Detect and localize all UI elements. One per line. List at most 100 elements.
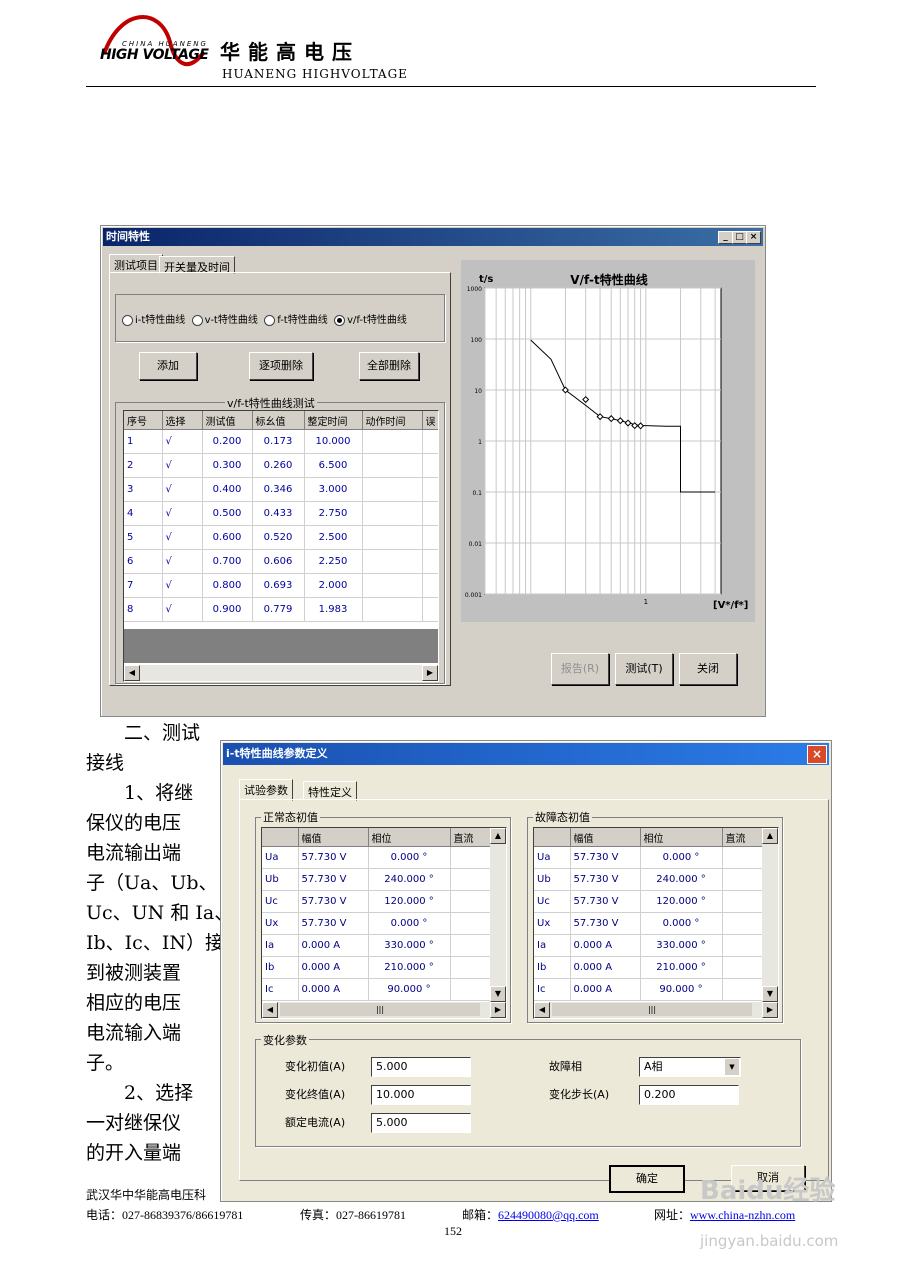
column-header[interactable]: 相位	[640, 828, 723, 847]
fault-hscroll[interactable]: ◀ ||| ▶	[534, 1002, 778, 1018]
column-header[interactable]: 序号	[124, 411, 163, 430]
fault-scroll-down[interactable]: ▼	[762, 986, 778, 1002]
delete-all-button[interactable]: 全部删除	[359, 352, 419, 380]
column-header[interactable]: 直流	[450, 828, 491, 847]
normal-row[interactable]: Uc 57.730 V 120.000 °	[262, 890, 491, 913]
normal-row[interactable]: Ua 57.730 V 0.000 °	[262, 846, 491, 869]
table-cell: 6	[124, 549, 163, 574]
column-header[interactable]: 相位	[368, 828, 451, 847]
fault-scroll-up[interactable]: ▲	[762, 828, 778, 844]
radio-vft[interactable]: v/f-t特性曲线	[334, 314, 407, 326]
table-row[interactable]: 4 √ 0.500 0.433 2.750	[124, 501, 438, 526]
minimize-button[interactable]: _	[718, 231, 733, 244]
fault-header-row: 幅值 相位 直流	[534, 828, 763, 847]
normal-scroll-thumb[interactable]: |||	[280, 1003, 480, 1016]
fault-row[interactable]: Ua 57.730 V 0.000 °	[534, 846, 763, 869]
email-link[interactable]: 624490080@qq.com	[498, 1208, 599, 1222]
normal-vscroll[interactable]: ▲ ▼	[490, 828, 506, 1002]
dialog-close-button[interactable]: ×	[807, 745, 827, 764]
close-button[interactable]: ×	[746, 231, 761, 244]
radio-it[interactable]: i-t特性曲线	[122, 314, 185, 326]
radio-ft[interactable]: f-t特性曲线	[264, 314, 328, 326]
column-header[interactable]: 幅值	[570, 828, 641, 847]
y-tick-label: 1000	[467, 286, 482, 293]
table-cell: 0.693	[252, 573, 305, 598]
column-header[interactable]: 选择	[162, 411, 203, 430]
column-header[interactable]	[262, 828, 299, 847]
scroll-left-button[interactable]: ◀	[124, 665, 140, 681]
fault-row[interactable]: Ux 57.730 V 0.000 °	[534, 912, 763, 935]
fault-scroll-right[interactable]: ▶	[762, 1002, 778, 1018]
tab-test-items[interactable]: 测试项目	[109, 254, 163, 274]
normal-scroll-down[interactable]: ▼	[490, 986, 506, 1002]
radio-it-indicator[interactable]	[122, 314, 133, 326]
tab-test-params[interactable]: 试验参数	[239, 779, 293, 801]
fault-phase-select[interactable]: A相 ▼	[639, 1057, 741, 1077]
delete-item-button[interactable]: 逐项删除	[249, 352, 313, 380]
table-cell: √	[162, 477, 203, 502]
column-header[interactable]: 测试值	[202, 411, 253, 430]
column-header[interactable]: 标幺值	[252, 411, 305, 430]
fault-row[interactable]: Ib 0.000 A 210.000 °	[534, 956, 763, 979]
column-header[interactable]: 动作时间	[362, 411, 423, 430]
table-cell: 0.346	[252, 477, 305, 502]
column-header[interactable]: 整定时间	[304, 411, 363, 430]
table-row[interactable]: 8 √ 0.900 0.779 1.983	[124, 597, 438, 622]
chevron-down-icon[interactable]: ▼	[725, 1059, 739, 1075]
radio-vft-indicator[interactable]	[334, 314, 346, 326]
fault-row[interactable]: Ia 0.000 A 330.000 °	[534, 934, 763, 957]
end-value-input[interactable]: 10.000	[371, 1085, 471, 1105]
table-cell: 210.000 °	[368, 956, 451, 979]
footer-email: 邮箱：624490080@qq.com	[462, 1206, 599, 1223]
normal-row[interactable]: Ux 57.730 V 0.000 °	[262, 912, 491, 935]
normal-row[interactable]: Ia 0.000 A 330.000 °	[262, 934, 491, 957]
table-cell	[450, 868, 491, 891]
radio-vt-indicator[interactable]	[191, 314, 203, 326]
fault-row[interactable]: Uc 57.730 V 120.000 °	[534, 890, 763, 913]
normal-hscroll[interactable]: ◀ ||| ▶	[262, 1002, 506, 1018]
test-data-grid[interactable]: 序号 选择 测试值 标幺值 整定时间 动作时间误 1 √ 0.200 0.173 10.000 2 √…	[123, 410, 439, 682]
table-cell: √	[162, 573, 203, 598]
footer-web: 网址：www.china-nzhn.com	[654, 1206, 795, 1223]
column-header[interactable]: 幅值	[298, 828, 369, 847]
table-cell: 6.500	[304, 453, 363, 478]
fault-vscroll[interactable]: ▲ ▼	[762, 828, 778, 1002]
step-input[interactable]: 0.200	[639, 1085, 739, 1105]
radio-vt[interactable]: v-t特性曲线	[191, 314, 258, 326]
close-dialog-button[interactable]: 关闭	[679, 653, 737, 685]
normal-scroll-left[interactable]: ◀	[262, 1002, 278, 1018]
web-link[interactable]: www.china-nzhn.com	[690, 1208, 795, 1222]
test-button[interactable]: 测试(T)	[615, 653, 673, 685]
radio-ft-indicator[interactable]	[264, 314, 276, 326]
table-row[interactable]: 7 √ 0.800 0.693 2.000	[124, 573, 438, 598]
table-row[interactable]: 5 √ 0.600 0.520 2.500	[124, 525, 438, 550]
column-header[interactable]: 误	[422, 411, 438, 430]
maximize-button[interactable]: □	[732, 231, 747, 244]
rated-current-input[interactable]: 5.000	[371, 1113, 471, 1133]
fault-scroll-thumb[interactable]: |||	[552, 1003, 752, 1016]
table-cell: 0.800	[202, 573, 253, 598]
column-header[interactable]	[534, 828, 571, 847]
table-row[interactable]: 3 √ 0.400 0.346 3.000	[124, 477, 438, 502]
normal-scroll-up[interactable]: ▲	[490, 828, 506, 844]
table-row[interactable]: 1 √ 0.200 0.173 10.000	[124, 429, 438, 454]
tab-characteristic-def[interactable]: 特性定义	[303, 781, 357, 801]
normal-scroll-right[interactable]: ▶	[490, 1002, 506, 1018]
grid-horizontal-scrollbar[interactable]: ◀ ▶	[124, 665, 438, 681]
table-row[interactable]: 2 √ 0.300 0.260 6.500	[124, 453, 438, 478]
fault-row[interactable]: Ic 0.000 A 90.000 °	[534, 978, 763, 1001]
table-row[interactable]: 6 √ 0.700 0.606 2.250	[124, 549, 438, 574]
column-header[interactable]: 直流	[722, 828, 763, 847]
add-button[interactable]: 添加	[139, 352, 197, 380]
normal-row[interactable]: Ib 0.000 A 210.000 °	[262, 956, 491, 979]
normal-state-grid[interactable]: 幅值 相位 直流 Ua 57.730 V 0.000 ° Ub 57.730 V 240.000…	[261, 827, 507, 1019]
report-button[interactable]: 报告(R)	[551, 653, 609, 685]
fault-state-grid[interactable]: 幅值 相位 直流 Ua 57.730 V 0.000 ° Ub 57.730 V 240.000…	[533, 827, 779, 1019]
ok-button[interactable]: 确定	[609, 1165, 685, 1193]
fault-row[interactable]: Ub 57.730 V 240.000 °	[534, 868, 763, 891]
scroll-right-button[interactable]: ▶	[422, 665, 438, 681]
fault-scroll-left[interactable]: ◀	[534, 1002, 550, 1018]
normal-row[interactable]: Ic 0.000 A 90.000 °	[262, 978, 491, 1001]
normal-row[interactable]: Ub 57.730 V 240.000 °	[262, 868, 491, 891]
init-value-input[interactable]: 5.000	[371, 1057, 471, 1077]
